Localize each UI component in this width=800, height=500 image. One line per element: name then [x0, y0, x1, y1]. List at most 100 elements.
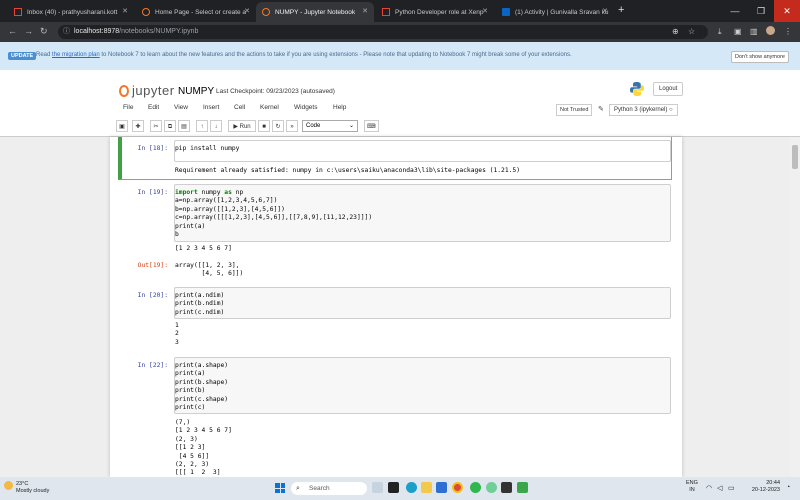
cell-output: Requirement already satisfied: numpy in …: [175, 167, 520, 174]
battery-icon[interactable]: ▭: [728, 484, 735, 492]
window-close-icon[interactable]: ✕: [774, 0, 800, 22]
code-line: print(a.shape): [175, 362, 229, 369]
cut-icon[interactable]: ✂: [150, 120, 162, 132]
new-tab-icon[interactable]: +: [618, 4, 624, 16]
zoom-icon[interactable]: ⊕: [672, 27, 679, 36]
app-icon[interactable]: [486, 482, 497, 493]
menu-widgets[interactable]: Widgets: [294, 104, 317, 111]
browser-tab-home[interactable]: Home Page - Select or create a ✕: [136, 2, 256, 22]
close-icon[interactable]: ✕: [244, 7, 250, 15]
close-icon[interactable]: ✕: [362, 7, 368, 15]
kernel-indicator[interactable]: Python 3 (ipykernel) ○: [609, 104, 678, 116]
cell-output: 1 2 3: [175, 322, 179, 346]
extensions-icon[interactable]: ▣: [734, 27, 742, 36]
more-icon[interactable]: ⋮: [784, 27, 792, 36]
wifi-icon[interactable]: ◠: [706, 484, 712, 492]
cell-type-select[interactable]: Code ⌄: [302, 120, 358, 132]
code-line: print(c.ndim): [175, 308, 225, 316]
restart-icon[interactable]: ↻: [272, 120, 284, 132]
windows-start-icon[interactable]: [275, 483, 285, 493]
back-icon[interactable]: ←: [8, 26, 17, 36]
scrollbar-thumb[interactable]: [792, 145, 798, 169]
forward-icon[interactable]: →: [24, 26, 33, 36]
input-prompt: In [19]:: [137, 189, 168, 196]
taskbar-search[interactable]: ⌕ Search: [291, 482, 367, 495]
menu-help[interactable]: Help: [333, 104, 346, 111]
save-icon[interactable]: ▣: [116, 120, 128, 132]
language-indicator[interactable]: ENG IN: [686, 480, 698, 494]
url-input[interactable]: ⓘ localhost:8978/notebooks/NUMPY.ipynb: [58, 25, 708, 39]
file-explorer-icon[interactable]: [421, 482, 432, 493]
app-icon[interactable]: [501, 482, 512, 493]
run-button[interactable]: ▶ Run: [228, 120, 256, 132]
jupyter-header: jupyter NUMPY Last Checkpoint: 09/23/202…: [0, 70, 800, 137]
maximize-icon[interactable]: ❐: [748, 0, 774, 22]
code-editor[interactable]: import numpy as np a=np.array([1,2,3,4,5…: [174, 184, 671, 242]
paste-icon[interactable]: ▤: [178, 120, 190, 132]
insert-cell-icon[interactable]: ✚: [132, 120, 144, 132]
menu-view[interactable]: View: [174, 104, 188, 111]
code-editor[interactable]: print(a.shape) print(a) print(b.shape) p…: [174, 357, 671, 414]
browser-tab-strip: Inbox (40) - prathyusharani.kott ✕ Home …: [0, 0, 800, 22]
menu-insert[interactable]: Insert: [203, 104, 219, 111]
browser-tab-linkedin[interactable]: (1) Activity | Gunivalla Sravan ku ✕: [496, 2, 614, 22]
code-editor[interactable]: print(a.ndim) print(b.ndim) print(c.ndim…: [174, 287, 671, 319]
page-scrollbar[interactable]: [790, 137, 800, 477]
migration-plan-link[interactable]: the migration plan: [52, 52, 100, 58]
weather-temp: 23°C: [16, 481, 29, 487]
clock[interactable]: 20:44 20-12-2023: [748, 480, 780, 494]
close-icon[interactable]: ✕: [122, 7, 128, 15]
chrome-app-icon[interactable]: [452, 482, 463, 493]
taskview-app-icon[interactable]: [388, 482, 399, 493]
browser-tab-inbox[interactable]: Inbox (40) - prathyusharani.kott ✕: [8, 2, 134, 22]
date: 20-12-2023: [751, 487, 780, 493]
code-cell-19[interactable]: In [19]: import numpy as np a=np.array([…: [110, 182, 682, 284]
menu-kernel[interactable]: Kernel: [260, 104, 279, 111]
logout-button[interactable]: Logout: [653, 82, 684, 96]
code-line: b=np.array([[1,2,3],[4,5,6]]): [175, 205, 285, 213]
kernel-status-icon: ○: [669, 107, 673, 113]
tab-label: Home Page - Select or create a: [155, 8, 247, 16]
menu-file[interactable]: File: [123, 104, 133, 111]
move-up-icon[interactable]: ↑: [196, 120, 208, 132]
code-line: a=np.array([1,2,3,4,5,6,7]): [175, 197, 278, 205]
store-app-icon[interactable]: [436, 482, 447, 493]
command-palette-icon[interactable]: ⌨: [364, 120, 379, 132]
menu-edit[interactable]: Edit: [148, 104, 159, 111]
info-icon[interactable]: ⓘ: [63, 25, 70, 39]
menu-cell[interactable]: Cell: [234, 104, 245, 111]
code-cell-18[interactable]: In [18]: pip install numpy Requirement a…: [110, 137, 682, 182]
reload-icon[interactable]: ↻: [40, 26, 48, 37]
notification-icon[interactable]: ◔: [786, 484, 790, 491]
browser-tab-numpy[interactable]: NUMPY - Jupyter Notebook ✕: [256, 2, 374, 22]
trust-status-button[interactable]: Not Trusted: [556, 104, 593, 116]
download-icon[interactable]: ⤓: [718, 27, 722, 37]
browser-tab-xenp[interactable]: Python Developer role at Xenp ✕: [376, 2, 494, 22]
edge-app-icon[interactable]: [406, 482, 417, 493]
sidepanel-icon[interactable]: ▥: [750, 27, 758, 36]
edit-pencil-icon[interactable]: ✎: [598, 105, 604, 113]
dont-show-button[interactable]: Don't show anymore: [731, 51, 789, 63]
copy-icon[interactable]: ⧉: [164, 120, 176, 132]
widgets-app-icon[interactable]: [372, 482, 383, 493]
code-editor[interactable]: pip install numpy: [174, 140, 671, 162]
minimize-icon[interactable]: —: [722, 0, 748, 22]
close-icon[interactable]: ✕: [482, 7, 488, 15]
restart-run-all-icon[interactable]: »: [286, 120, 298, 132]
close-icon[interactable]: ✕: [602, 7, 608, 15]
volume-icon[interactable]: ◁: [717, 484, 722, 492]
stop-icon[interactable]: ■: [258, 120, 270, 132]
jupyter-logo[interactable]: jupyter: [119, 83, 175, 98]
code-cell-20[interactable]: In [20]: print(a.ndim) print(b.ndim) pri…: [110, 287, 682, 357]
run-icon: ▶: [233, 124, 238, 130]
app-icon[interactable]: [517, 482, 528, 493]
banner-text: Read the migration plan to Notebook 7 to…: [36, 52, 572, 58]
app-icon[interactable]: [470, 482, 481, 493]
star-icon[interactable]: ☆: [688, 27, 695, 36]
move-down-icon[interactable]: ↓: [210, 120, 222, 132]
avatar[interactable]: [766, 26, 775, 35]
code-cell-22[interactable]: In [22]: print(a.shape) print(a) print(b…: [110, 356, 682, 477]
code-line: print(a): [175, 222, 206, 230]
update-badge: UPDATE: [8, 52, 37, 60]
notebook-name[interactable]: NUMPY: [178, 86, 214, 97]
